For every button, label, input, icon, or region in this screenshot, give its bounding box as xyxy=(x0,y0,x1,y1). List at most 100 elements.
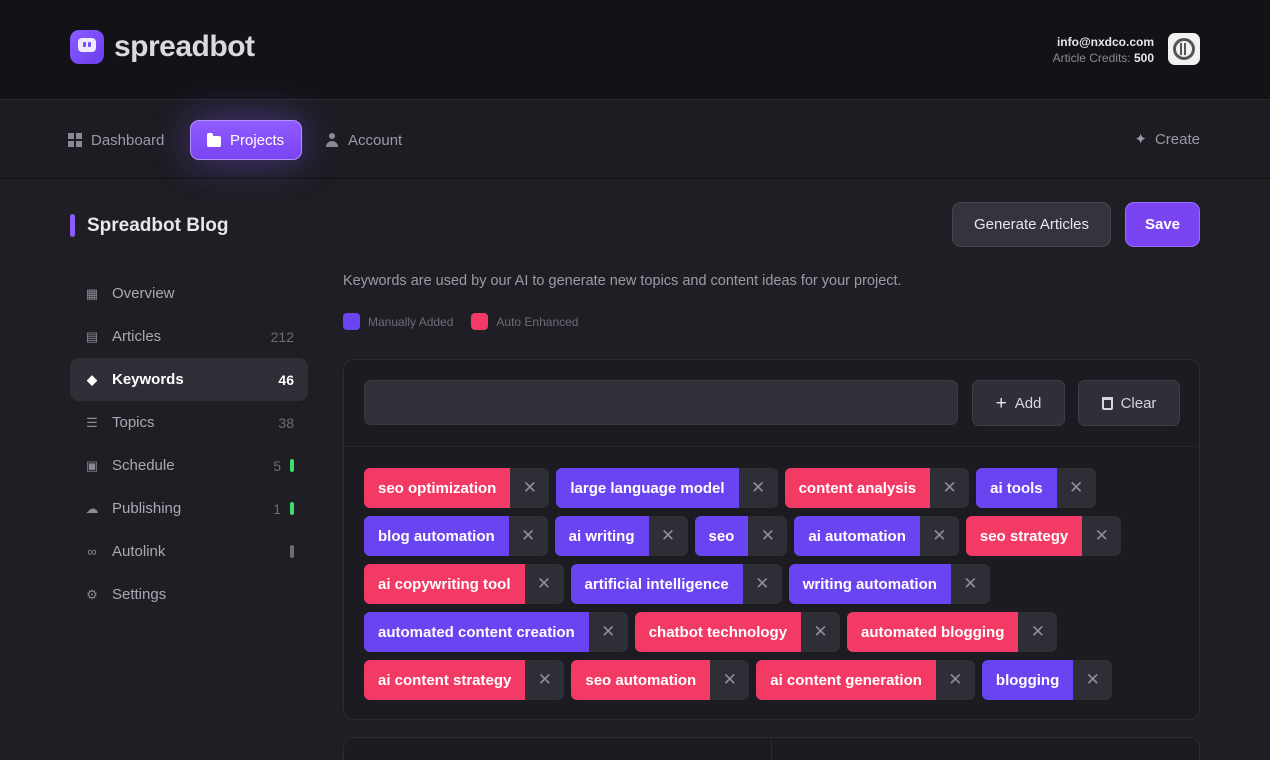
keyword-tag[interactable]: ai copywriting tool ✕ xyxy=(364,564,564,604)
trash-icon xyxy=(1101,396,1113,410)
remove-keyword-icon[interactable]: ✕ xyxy=(508,516,548,556)
keyword-tag-label: automated blogging xyxy=(847,612,1019,652)
credits-label: Article Credits: xyxy=(1052,51,1131,65)
sidebar-item-count: 1 xyxy=(273,500,281,517)
keyword-tag[interactable]: automated blogging ✕ xyxy=(847,612,1058,652)
keyword-tag[interactable]: seo optimization ✕ xyxy=(364,468,550,508)
create-button[interactable]: ✦ Create xyxy=(1134,130,1200,149)
keyword-tag[interactable]: ai content generation ✕ xyxy=(756,660,975,700)
project-sidebar: ▦ Overview ▤ Articles 212 ◆ Keywords 46 … xyxy=(70,272,308,616)
sidebar-item-publishing[interactable]: ☁ Publishing 1 xyxy=(70,487,308,530)
project-header: Spreadbot Blog xyxy=(70,214,228,237)
keyword-row: ai copywriting tool ✕ artificial intellige… xyxy=(364,564,1184,604)
divider xyxy=(771,738,772,760)
remove-keyword-icon[interactable]: ✕ xyxy=(950,564,990,604)
keyword-tag[interactable]: ai tools ✕ xyxy=(976,468,1096,508)
folder-icon xyxy=(207,132,221,147)
plus-icon: + xyxy=(995,392,1007,414)
save-button[interactable]: Save xyxy=(1125,202,1200,247)
remove-keyword-icon[interactable]: ✕ xyxy=(1073,660,1113,700)
generate-articles-button[interactable]: Generate Articles xyxy=(952,202,1111,247)
remove-keyword-icon[interactable]: ✕ xyxy=(742,564,782,604)
keyword-tag[interactable]: seo ✕ xyxy=(694,516,788,556)
sidebar-item-schedule[interactable]: ▣ Schedule 5 xyxy=(70,444,308,487)
remove-keyword-icon[interactable]: ✕ xyxy=(525,660,565,700)
status-indicator xyxy=(290,502,294,515)
keyword-input[interactable] xyxy=(364,380,958,425)
keyword-tag[interactable]: ai writing ✕ xyxy=(554,516,688,556)
sidebar-item-label: Autolink xyxy=(112,543,166,560)
sidebar-item-topics[interactable]: ☰ Topics 38 xyxy=(70,401,308,444)
sidebar-item-keywords[interactable]: ◆ Keywords 46 xyxy=(70,358,308,401)
add-label: Add xyxy=(1014,394,1042,412)
app-name: spreadbot xyxy=(114,30,255,63)
create-label: Create xyxy=(1154,130,1200,148)
remove-keyword-icon[interactable]: ✕ xyxy=(648,516,688,556)
avatar[interactable] xyxy=(1168,33,1200,65)
keyword-tag[interactable]: writing automation ✕ xyxy=(788,564,990,604)
add-keyword-button[interactable]: + Add xyxy=(972,380,1065,426)
keyword-tag[interactable]: ai automation ✕ xyxy=(794,516,959,556)
nav-account-label: Account xyxy=(348,131,403,149)
calendar-edit-icon: ▣ xyxy=(85,457,99,473)
sidebar-item-autolink[interactable]: ∞ Autolink xyxy=(70,530,308,573)
keywords-description: Keywords are used by our AI to generate … xyxy=(343,273,902,289)
remove-keyword-icon[interactable]: ✕ xyxy=(1018,612,1058,652)
sidebar-item-label: Topics xyxy=(112,414,155,431)
keyword-tag[interactable]: content analysis ✕ xyxy=(784,468,970,508)
app-logo[interactable]: spreadbot xyxy=(70,30,255,64)
sidebar-item-count: 5 xyxy=(273,457,281,474)
keyword-tag-label: ai tools xyxy=(976,468,1057,508)
nav-dashboard[interactable]: Dashboard xyxy=(52,120,180,160)
remove-keyword-icon[interactable]: ✕ xyxy=(1056,468,1096,508)
keyword-row: automated content creation ✕ chatbot techn… xyxy=(364,612,1184,652)
remove-keyword-icon[interactable]: ✕ xyxy=(738,468,778,508)
status-indicator xyxy=(290,545,294,558)
sidebar-item-overview[interactable]: ▦ Overview xyxy=(70,272,308,315)
sidebar-item-label: Settings xyxy=(112,586,167,603)
remove-keyword-icon[interactable]: ✕ xyxy=(510,468,550,508)
remove-keyword-icon[interactable]: ✕ xyxy=(524,564,564,604)
keyword-tag-label: seo optimization xyxy=(364,468,511,508)
keyword-tag[interactable]: blog automation ✕ xyxy=(364,516,548,556)
remove-keyword-icon[interactable]: ✕ xyxy=(935,660,975,700)
sidebar-item-label: Publishing xyxy=(112,500,182,517)
nav-account[interactable]: Account xyxy=(309,120,418,160)
remove-keyword-icon[interactable]: ✕ xyxy=(588,612,628,652)
keyword-row: seo optimization ✕ large language model ✕ co… xyxy=(364,468,1184,508)
sidebar-item-settings[interactable]: ⚙ Settings xyxy=(70,573,308,616)
keyword-tag[interactable]: seo automation ✕ xyxy=(571,660,750,700)
remove-keyword-icon[interactable]: ✕ xyxy=(748,516,788,556)
keyword-tag-label: seo xyxy=(694,516,749,556)
keyword-tag[interactable]: ai content strategy ✕ xyxy=(364,660,565,700)
chat-bubble-icon xyxy=(70,30,104,64)
nav-projects[interactable]: Projects xyxy=(190,120,302,160)
remove-keyword-icon[interactable]: ✕ xyxy=(1082,516,1122,556)
sidebar-item-articles[interactable]: ▤ Articles 212 xyxy=(70,315,308,358)
grid-icon: ▦ xyxy=(85,285,99,301)
accent-bar xyxy=(70,214,75,237)
clear-keywords-button[interactable]: Clear xyxy=(1078,380,1180,426)
sidebar-item-label: Articles xyxy=(112,328,162,345)
remove-keyword-icon[interactable]: ✕ xyxy=(919,516,959,556)
keyword-tag[interactable]: chatbot technology ✕ xyxy=(634,612,841,652)
keyword-tag[interactable]: automated content creation ✕ xyxy=(364,612,628,652)
gear-icon: ⚙ xyxy=(86,586,98,602)
top-bar: spreadbot info@nxdco.com Article Credits… xyxy=(0,0,1270,100)
list-icon: ☰ xyxy=(86,414,98,430)
remove-keyword-icon[interactable]: ✕ xyxy=(801,612,841,652)
keyword-tag[interactable]: seo strategy ✕ xyxy=(965,516,1122,556)
keyword-tag-label: large language model xyxy=(556,468,739,508)
remove-keyword-icon[interactable]: ✕ xyxy=(930,468,970,508)
manual-swatch xyxy=(343,313,360,330)
keyword-tag[interactable]: blogging ✕ xyxy=(981,660,1113,700)
remove-keyword-icon[interactable]: ✕ xyxy=(710,660,750,700)
tag-icon: ◆ xyxy=(87,371,97,387)
keyword-tag[interactable]: artificial intelligence ✕ xyxy=(570,564,782,604)
avatar-logo-icon xyxy=(1173,38,1195,60)
keyword-tag[interactable]: large language model ✕ xyxy=(556,468,778,508)
keyword-tag-label: chatbot technology xyxy=(634,612,802,652)
keywords-panel: + Add Clear seo optimization ✕ large langu… xyxy=(343,359,1200,720)
keyword-tag-label: automated content creation xyxy=(364,612,589,652)
keyword-tag-label: ai content generation xyxy=(756,660,936,700)
